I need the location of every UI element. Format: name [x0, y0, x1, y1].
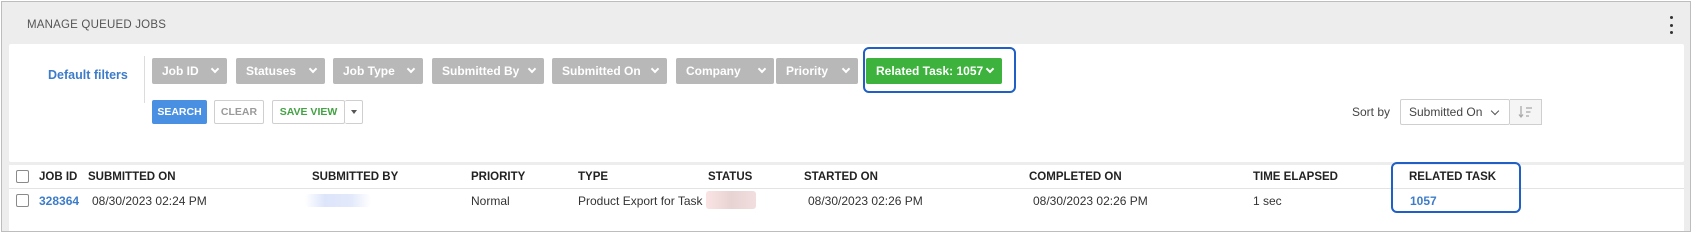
job-id-link[interactable]: 328364 [39, 194, 79, 208]
filter-chip-label: Job ID [162, 64, 199, 78]
header-submitted-by[interactable]: SUBMITTED BY [312, 171, 398, 183]
sort-descending-icon [1517, 106, 1532, 119]
filter-chip-label: Priority [786, 64, 829, 78]
header-status[interactable]: STATUS [708, 171, 752, 183]
chevron-down-icon [650, 64, 660, 74]
panel-header: MANAGE QUEUED JOBS [2, 2, 1690, 44]
row-checkbox[interactable] [16, 194, 29, 207]
filter-bar: Default filters Job ID Statuses Job Type… [9, 44, 1684, 162]
cell-completed-on: 08/30/2023 02:26 PM [1033, 194, 1148, 208]
default-filters-link[interactable]: Default filters [48, 68, 128, 82]
filter-chip-submitted-on[interactable]: Submitted On [552, 58, 667, 84]
header-priority[interactable]: PRIORITY [471, 171, 525, 183]
sort-by-select[interactable]: Submitted On [1400, 99, 1510, 125]
select-all-checkbox[interactable] [16, 170, 29, 183]
header-time-elapsed[interactable]: TIME ELAPSED [1253, 171, 1338, 183]
save-view-dropdown-button[interactable] [345, 100, 363, 124]
header-job-id[interactable]: JOB ID [39, 171, 77, 183]
filter-chip-job-type[interactable]: Job Type [333, 58, 423, 84]
divider [144, 56, 145, 103]
status-redacted [706, 191, 756, 209]
header-started-on[interactable]: STARTED ON [804, 171, 878, 183]
cell-priority: Normal [471, 194, 510, 208]
filter-chip-label: Submitted By [442, 64, 520, 78]
chevron-down-icon [1490, 106, 1500, 116]
sort-direction-button[interactable] [1510, 99, 1542, 125]
cell-started-on: 08/30/2023 02:26 PM [808, 194, 923, 208]
clear-button[interactable]: CLEAR [214, 100, 264, 124]
cell-type: Product Export for Task [578, 194, 703, 208]
sort-by-label: Sort by [1352, 105, 1391, 119]
panel-title: MANAGE QUEUED JOBS [27, 19, 167, 31]
related-task-filter-highlight [863, 47, 1016, 93]
manage-queued-jobs-panel: MANAGE QUEUED JOBS Default filters Job I… [1, 1, 1691, 232]
cell-submitted-on: 08/30/2023 02:24 PM [92, 194, 207, 208]
filter-chip-label: Statuses [246, 64, 297, 78]
chevron-down-icon [210, 64, 220, 74]
filter-chip-job-id[interactable]: Job ID [152, 58, 227, 84]
submitted-by-redacted [305, 194, 371, 207]
header-type[interactable]: TYPE [578, 171, 608, 183]
more-options-icon[interactable] [1666, 16, 1676, 34]
search-button[interactable]: SEARCH [152, 100, 207, 124]
chevron-down-icon [757, 64, 767, 74]
filter-chip-company[interactable]: Company [676, 58, 774, 84]
header-completed-on[interactable]: COMPLETED ON [1029, 171, 1122, 183]
filter-chip-label: Submitted On [562, 64, 641, 78]
related-task-column-highlight [1391, 162, 1521, 213]
filter-chip-priority[interactable]: Priority [776, 58, 858, 84]
header-submitted-on[interactable]: SUBMITTED ON [88, 171, 176, 183]
sort-by-value: Submitted On [1409, 105, 1483, 119]
filter-chip-submitted-by[interactable]: Submitted By [432, 58, 544, 84]
filter-chip-label: Job Type [343, 64, 395, 78]
caret-down-icon [350, 110, 357, 114]
chevron-down-icon [406, 64, 416, 74]
chevron-down-icon [308, 64, 318, 74]
jobs-table: JOB ID SUBMITTED ON SUBMITTED BY PRIORIT… [9, 162, 1684, 231]
chevron-down-icon [527, 64, 537, 74]
chevron-down-icon [841, 64, 851, 74]
cell-time-elapsed: 1 sec [1253, 194, 1282, 208]
filter-chip-statuses[interactable]: Statuses [236, 58, 325, 84]
save-view-button[interactable]: SAVE VIEW [272, 100, 345, 124]
filter-chip-label: Company [686, 64, 741, 78]
